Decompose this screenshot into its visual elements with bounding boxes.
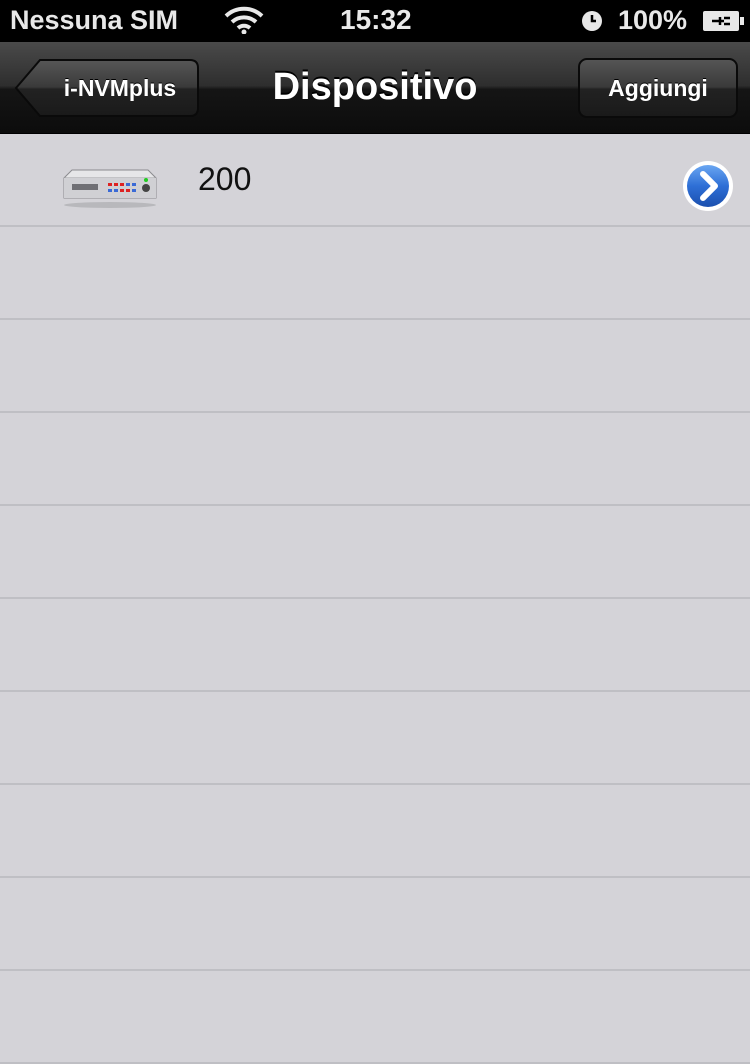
empty-row [0, 692, 750, 785]
back-button[interactable]: i-NVMplus [14, 58, 200, 118]
battery-percentage: 100% [618, 5, 688, 35]
device-name: 200 [198, 161, 252, 197]
empty-row [0, 878, 750, 971]
empty-row [0, 971, 750, 1064]
empty-row [0, 227, 750, 320]
empty-row [0, 785, 750, 878]
detail-disclosure-button[interactable] [681, 159, 735, 218]
empty-row [0, 599, 750, 692]
carrier-label: Nessuna SIM [10, 5, 179, 35]
empty-row [0, 413, 750, 506]
device-row[interactable]: 200 [0, 134, 750, 227]
dvr-device-icon [62, 164, 158, 213]
status-bar: Nessuna SIM 15:32 100% [0, 0, 750, 42]
battery-charging-icon [702, 9, 746, 38]
device-list: 200 [0, 134, 750, 1064]
back-button-label: i-NVMplus [63, 75, 177, 101]
wifi-icon [224, 6, 264, 39]
status-time: 15:32 [340, 4, 412, 35]
alarm-clock-icon [580, 9, 604, 38]
empty-row [0, 320, 750, 413]
empty-row [0, 506, 750, 599]
add-device-button[interactable]: Aggiungi [578, 58, 738, 118]
